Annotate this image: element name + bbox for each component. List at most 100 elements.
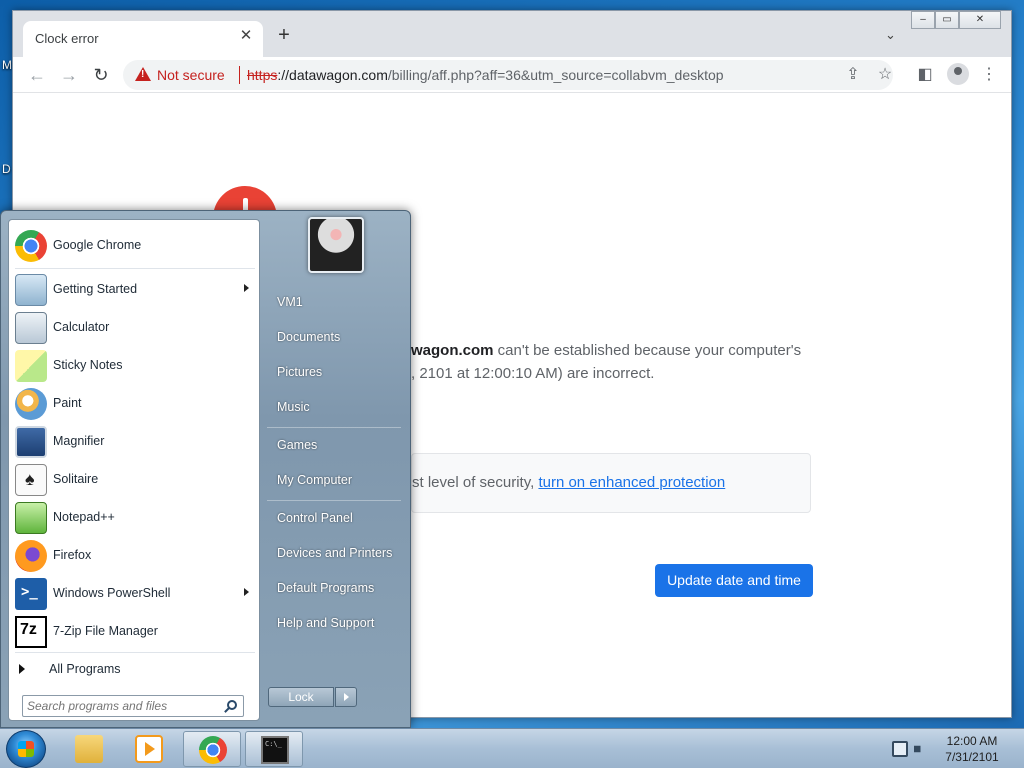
- right-item-label: Help and Support: [277, 616, 375, 630]
- not-secure-label[interactable]: Not secure: [157, 67, 225, 83]
- profile-avatar-icon[interactable]: [947, 63, 969, 85]
- taskbar-clock[interactable]: 12:00 AM 7/31/2101: [936, 733, 1008, 765]
- taskbar-cmd[interactable]: [245, 731, 303, 767]
- chrome-icon: [15, 230, 47, 262]
- reload-button[interactable]: ↻: [89, 63, 113, 87]
- start-menu-programs-pane: Google Chrome Getting Started Calculator…: [8, 219, 260, 721]
- error-message-line2: , 2101 at 12:00:10 AM) are incorrect.: [411, 365, 655, 382]
- taskbar: 12:00 AM 7/31/2101: [0, 728, 1024, 768]
- taskbar-explorer[interactable]: [60, 731, 118, 767]
- right-separator: [267, 500, 401, 501]
- program-paint[interactable]: Paint: [13, 386, 257, 422]
- right-item-label: Default Programs: [277, 581, 375, 595]
- right-item-my-computer[interactable]: My Computer: [267, 466, 403, 496]
- update-date-time-button[interactable]: Update date and time: [655, 564, 813, 597]
- url-path: /billing/aff.php?aff=36&utm_source=colla…: [387, 67, 724, 83]
- desktop-icon-label-fragment[interactable]: D: [2, 162, 11, 176]
- sticky-notes-icon: [15, 350, 47, 382]
- program-label: Getting Started: [53, 282, 138, 296]
- right-item-vm1[interactable]: VM1: [267, 288, 403, 318]
- program-label: Google Chrome: [53, 238, 142, 252]
- warning-icon[interactable]: [135, 67, 151, 81]
- program-solitaire[interactable]: Solitaire: [13, 462, 257, 498]
- clock-date: 7/31/2101: [945, 750, 999, 764]
- shutdown-options-arrow-icon[interactable]: [335, 687, 357, 707]
- protection-text-prefix: st level of security,: [412, 474, 539, 491]
- new-tab-button[interactable]: +: [273, 25, 295, 47]
- right-item-label: Control Panel: [277, 511, 353, 525]
- powershell-icon: [15, 578, 47, 610]
- program-label: Paint: [53, 396, 82, 410]
- url-separator: [239, 66, 240, 84]
- program-sticky-notes[interactable]: Sticky Notes: [13, 348, 257, 384]
- bookmark-star-icon[interactable]: ☆: [875, 65, 895, 85]
- right-item-default-programs[interactable]: Default Programs: [267, 574, 403, 604]
- close-window-button[interactable]: ✕: [959, 11, 1001, 29]
- start-search-input[interactable]: [27, 698, 217, 714]
- right-item-label: Documents: [277, 330, 341, 344]
- right-item-games[interactable]: Games: [267, 431, 403, 461]
- address-bar[interactable]: Not secure https://datawagon.com/billing…: [123, 60, 893, 90]
- paint-icon: [15, 388, 47, 420]
- enhanced-protection-box: st level of security, turn on enhanced p…: [411, 453, 811, 513]
- all-programs-label: All Programs: [49, 662, 121, 676]
- cmd-icon: [261, 736, 289, 764]
- error-message-line1: can't be established because your comput…: [493, 342, 802, 359]
- right-item-pictures[interactable]: Pictures: [267, 358, 403, 388]
- url-text[interactable]: https://datawagon.com/billing/aff.php?af…: [247, 67, 724, 83]
- back-button[interactable]: ←: [25, 63, 49, 87]
- start-search-box[interactable]: [22, 695, 244, 717]
- start-button[interactable]: [6, 730, 46, 768]
- side-panel-icon[interactable]: ◧: [915, 65, 935, 85]
- program-label: Firefox: [53, 548, 92, 562]
- share-icon[interactable]: ⇪: [843, 65, 863, 85]
- firefox-icon: [15, 540, 47, 572]
- program-notepadpp[interactable]: Notepad++: [13, 500, 257, 536]
- tab-search-button[interactable]: ⌄: [885, 27, 896, 43]
- program-calculator[interactable]: Calculator: [13, 310, 257, 346]
- program-label: Sticky Notes: [53, 358, 123, 372]
- chrome-icon: [199, 736, 227, 764]
- program-7zip[interactable]: 7-Zip File Manager: [13, 614, 257, 650]
- user-avatar[interactable]: [308, 217, 364, 273]
- tab-clock-error[interactable]: Clock error ✕: [23, 21, 263, 57]
- all-programs-separator: [15, 652, 255, 653]
- url-host: ://datawagon.com: [277, 67, 388, 83]
- program-label: 7-Zip File Manager: [53, 624, 158, 638]
- taskbar-chrome[interactable]: [183, 731, 241, 767]
- 7zip-icon: [15, 616, 47, 648]
- enhanced-protection-link[interactable]: turn on enhanced protection: [538, 474, 725, 491]
- media-player-icon: [135, 735, 163, 763]
- right-item-control-panel[interactable]: Control Panel: [267, 504, 403, 534]
- error-host: wagon.com: [411, 342, 494, 359]
- program-windows-powershell[interactable]: Windows PowerShell: [13, 576, 257, 612]
- url-scheme: https: [247, 67, 278, 83]
- browser-menu-icon[interactable]: ⋮: [979, 65, 999, 85]
- tab-close-icon[interactable]: ✕: [237, 27, 255, 45]
- right-item-label: Pictures: [277, 365, 323, 379]
- right-item-label: Music: [277, 400, 310, 414]
- all-programs-button[interactable]: All Programs: [19, 660, 249, 680]
- right-item-music[interactable]: Music: [267, 393, 403, 423]
- search-icon[interactable]: [227, 700, 237, 710]
- getting-started-icon: [15, 274, 47, 306]
- right-item-help-support[interactable]: Help and Support: [267, 609, 403, 639]
- right-item-label: Games: [277, 438, 318, 452]
- program-label: Calculator: [53, 320, 110, 334]
- maximize-button[interactable]: ▭: [935, 11, 959, 29]
- pinned-google-chrome[interactable]: Google Chrome: [13, 228, 257, 268]
- forward-button[interactable]: →: [57, 63, 81, 87]
- right-item-documents[interactable]: Documents: [267, 323, 403, 353]
- right-item-label: My Computer: [277, 473, 353, 487]
- taskbar-media-player[interactable]: [120, 731, 178, 767]
- minimize-button[interactable]: –: [911, 11, 935, 29]
- notepadpp-icon: [15, 502, 47, 534]
- program-magnifier[interactable]: Magnifier: [13, 424, 257, 460]
- network-icon[interactable]: [892, 741, 908, 757]
- lock-button[interactable]: Lock: [268, 687, 334, 707]
- program-getting-started[interactable]: Getting Started: [13, 272, 257, 308]
- volume-icon[interactable]: [914, 741, 927, 757]
- right-item-devices-printers[interactable]: Devices and Printers: [267, 539, 403, 569]
- desktop-icon-label-fragment[interactable]: M: [2, 58, 12, 72]
- program-firefox[interactable]: Firefox: [13, 538, 257, 574]
